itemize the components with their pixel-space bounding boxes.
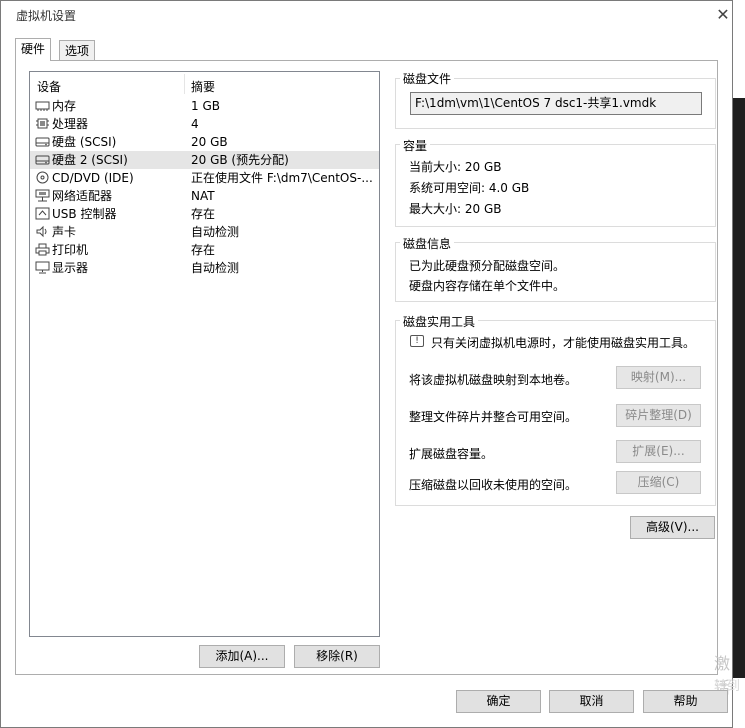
map-button[interactable]: 映射(M)... <box>616 366 701 389</box>
device-row-display[interactable]: 显示器 自动检测 <box>30 259 379 277</box>
device-name: 处理器 <box>52 117 89 131</box>
device-summary: 20 GB <box>191 135 228 149</box>
device-summary: 1 GB <box>191 99 220 113</box>
expand-button[interactable]: 扩展(E)... <box>616 440 701 463</box>
device-name: 网络适配器 <box>52 189 113 203</box>
usb-icon <box>35 207 50 220</box>
device-summary: NAT <box>191 189 215 203</box>
defrag-label: 整理文件碎片并整合可用空间。 <box>409 410 578 424</box>
close-icon[interactable]: ✕ <box>712 4 734 26</box>
device-summary: 存在 <box>191 207 216 221</box>
current-size-text: 当前大小: 20 GB <box>409 160 502 174</box>
add-device-button[interactable]: 添加(A)... <box>199 645 285 668</box>
monitor-icon <box>35 261 50 274</box>
device-row-network-adapter[interactable]: 网络适配器 NAT <box>30 187 379 205</box>
device-name: USB 控制器 <box>52 207 117 221</box>
background-dark-panel <box>733 98 745 678</box>
device-summary: 自动检测 <box>191 225 240 239</box>
disk-info-group-title: 磁盘信息 <box>400 235 455 252</box>
tab-hardware[interactable]: 硬件 <box>15 38 52 61</box>
compact-button[interactable]: 压缩(C) <box>616 471 701 494</box>
disk-info-line-1: 已为此硬盘预分配磁盘空间。 <box>409 259 566 273</box>
device-row-cd-dvd[interactable]: CD/DVD (IDE) 正在使用文件 F:\dm7\CentOS-... <box>30 169 379 187</box>
device-name: 硬盘 (SCSI) <box>52 135 117 149</box>
device-row-sound-card[interactable]: 声卡 自动检测 <box>30 223 379 241</box>
column-separator[interactable] <box>184 74 185 94</box>
device-name: 显示器 <box>52 261 89 275</box>
device-summary: 自动检测 <box>191 261 240 275</box>
disk-utilities-group-title: 磁盘实用工具 <box>400 313 479 330</box>
map-disk-label: 将该虚拟机磁盘映射到本地卷。 <box>409 373 578 387</box>
device-name: 打印机 <box>52 243 89 257</box>
utilities-notice-text: 只有关闭虚拟机电源时，才能使用磁盘实用工具。 <box>431 336 696 350</box>
device-summary: 20 GB (预先分配) <box>191 153 289 167</box>
dialog-title: 虚拟机设置 <box>16 9 77 23</box>
free-space-text: 系统可用空间: 4.0 GB <box>409 181 530 195</box>
device-summary: 存在 <box>191 243 216 257</box>
max-size-text: 最大大小: 20 GB <box>409 202 502 216</box>
info-icon: ! <box>410 335 424 347</box>
harddisk-icon <box>35 135 50 148</box>
device-row-usb-controller[interactable]: USB 控制器 存在 <box>30 205 379 223</box>
device-name: 硬盘 2 (SCSI) <box>52 153 128 167</box>
device-row-printer[interactable]: 打印机 存在 <box>30 241 379 259</box>
device-name: CD/DVD (IDE) <box>52 171 134 185</box>
harddisk-icon <box>35 153 50 166</box>
device-summary: 4 <box>191 117 199 131</box>
disk-file-group-title: 磁盘文件 <box>400 70 455 87</box>
advanced-button[interactable]: 高级(V)... <box>630 516 715 539</box>
disk-info-line-2: 硬盘内容存储在单个文件中。 <box>409 279 566 293</box>
memory-icon <box>35 99 50 112</box>
device-row-harddisk-1[interactable]: 硬盘 (SCSI) 20 GB <box>30 133 379 151</box>
printer-icon <box>35 243 50 256</box>
remove-device-button[interactable]: 移除(R) <box>294 645 380 668</box>
column-header-device[interactable]: 设备 <box>37 78 61 95</box>
disk-file-path-field[interactable]: F:\1dm\vm\1\CentOS 7 dsc1-共享1.vmdk <box>410 92 702 115</box>
device-name: 声卡 <box>52 225 77 239</box>
help-button[interactable]: 帮助 <box>643 690 728 713</box>
device-row-memory[interactable]: 内存 1 GB <box>30 97 379 115</box>
defragment-button[interactable]: 碎片整理(D) <box>616 404 701 427</box>
capacity-group-title: 容量 <box>400 137 431 154</box>
compact-label: 压缩磁盘以回收未使用的空间。 <box>409 478 578 492</box>
device-row-harddisk-2[interactable]: 硬盘 2 (SCSI) 20 GB (预先分配) <box>30 151 379 169</box>
cd-dvd-icon <box>35 171 50 184</box>
cancel-button[interactable]: 取消 <box>549 690 634 713</box>
expand-label: 扩展磁盘容量。 <box>409 447 494 461</box>
speaker-icon <box>35 225 50 238</box>
device-summary: 正在使用文件 F:\dm7\CentOS-... <box>191 171 373 185</box>
network-adapter-icon <box>35 189 50 202</box>
device-row-processor[interactable]: 处理器 4 <box>30 115 379 133</box>
device-name: 内存 <box>52 99 77 113</box>
column-header-summary[interactable]: 摘要 <box>191 78 215 95</box>
processor-icon <box>35 117 50 130</box>
ok-button[interactable]: 确定 <box>456 690 541 713</box>
tab-options[interactable]: 选项 <box>59 40 96 60</box>
